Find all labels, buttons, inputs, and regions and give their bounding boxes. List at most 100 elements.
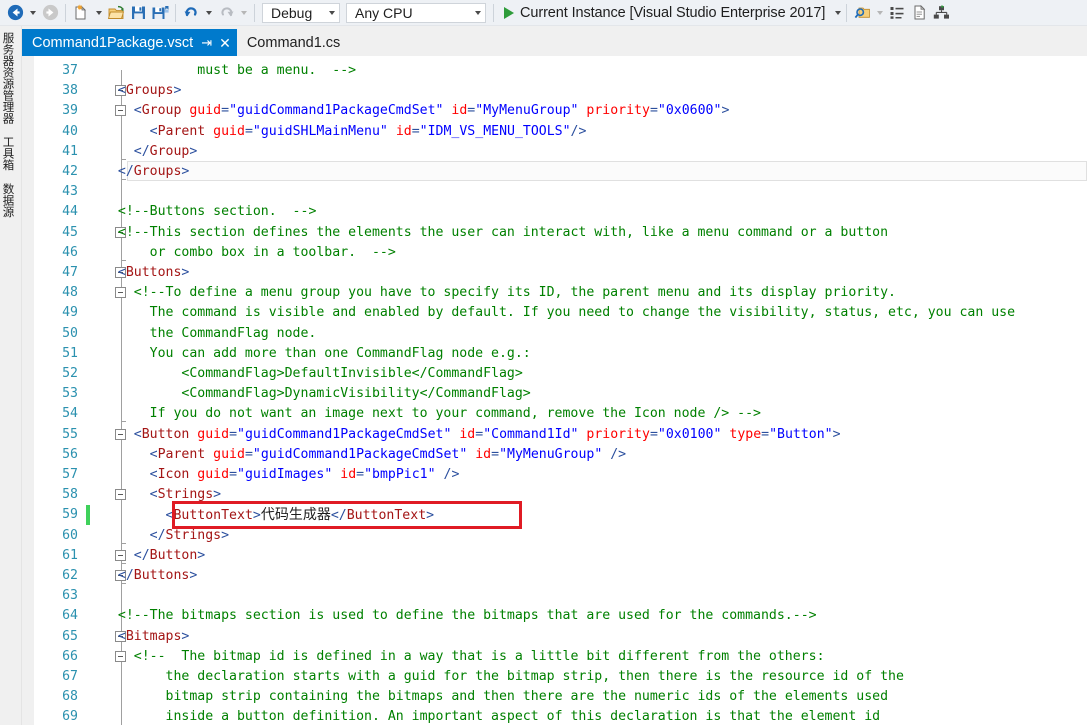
code-line[interactable]: 41 </Group> [22,142,1087,162]
code-token: or combo box in a toolbar. --> [149,244,396,260]
code-token: /> [570,123,587,139]
code-line[interactable]: 50 the CommandFlag node. [22,324,1087,344]
code-line[interactable]: 38 <Groups> [22,81,1087,101]
new-item-dropdown[interactable] [92,2,105,24]
dock-item-toolbox[interactable]: 工具箱 [2,136,19,171]
code-line[interactable]: 45 <!--This section defines the elements… [22,223,1087,243]
code-token: guid [213,446,245,462]
open-file-icon[interactable] [105,2,127,24]
line-number: 45 [62,224,78,240]
code-line[interactable]: 64 <!--The bitmaps section is used to de… [22,606,1087,626]
find-dropdown[interactable] [873,2,886,24]
visual-studio-window: Debug Any CPU Current Instance [Visual S… [0,0,1087,725]
code-token: <CommandFlag>DynamicVisibility</CommandF… [181,386,531,402]
toolbar-separator [254,3,255,22]
object-browser-icon[interactable] [930,2,952,24]
code-line[interactable]: 52 <CommandFlag>DefaultInvisible</Comman… [22,364,1087,384]
code-line[interactable]: 51 You can add more than one CommandFlag… [22,344,1087,364]
undo-dropdown[interactable] [202,2,215,24]
code-line[interactable]: 43 [22,182,1087,202]
new-item-icon[interactable] [70,2,92,24]
code-line[interactable]: 66 <!-- The bitmap id is defined in a wa… [22,647,1087,667]
code-token: = [475,426,484,442]
code-token: Buttons [133,568,190,583]
code-line[interactable]: 48 <!--To define a menu group you have t… [22,283,1087,303]
start-debug-group[interactable]: Current Instance [Visual Studio Enterpri… [498,2,844,24]
line-number: 55 [62,426,78,442]
code-line[interactable]: 67 the declaration starts with a guid fo… [22,667,1087,687]
configuration-combo[interactable]: Debug [262,2,340,23]
code-token: = [649,426,658,442]
code-token: If you do not want an image next to your… [149,406,761,422]
line-number: 53 [62,386,78,402]
task-list-icon[interactable] [886,2,908,24]
line-number: 52 [62,366,78,381]
code-line[interactable]: 46 or combo box in a toolbar. --> [22,243,1087,263]
code-line[interactable]: 68 bitmap strip containing the bitmaps a… [22,687,1087,707]
code-token: > [189,143,198,159]
code-token: = [761,426,770,442]
tab-command1-cs[interactable]: Command1.cs [236,29,361,56]
code-token: > [181,164,190,179]
code-line[interactable]: 37 must be a menu. --> [22,61,1087,81]
code-line[interactable]: 53 <CommandFlag>DynamicVisibility</Comma… [22,384,1087,404]
pin-icon[interactable]: ⇥ [201,36,212,49]
line-text: </Buttons> [102,566,197,586]
code-token: id [395,123,412,139]
code-line[interactable]: 49 The command is visible and enabled by… [22,303,1087,323]
line-number: 64 [62,608,78,624]
code-token: = [229,467,238,482]
close-icon[interactable]: ✕ [219,36,231,50]
code-line[interactable]: 56 <Parent guid="guidCommand1PackageCmdS… [22,445,1087,465]
code-line[interactable]: 57 <Icon guid="guidImages" id="bmpPic1" … [22,465,1087,485]
code-editor[interactable]: 37 must be a menu. --> 38 <Groups> 39 <Gro… [22,56,1087,725]
code-token: Button [149,547,198,563]
code-line[interactable]: 54 If you do not want an image next to y… [22,404,1087,424]
code-line[interactable]: 63 [22,586,1087,606]
code-token: < [149,123,158,139]
undo-icon[interactable] [180,2,202,24]
code-token: the declaration starts with a guid for t… [165,669,904,684]
code-token: You can add more than one CommandFlag no… [149,345,531,361]
code-line[interactable]: 69 inside a button definition. An import… [22,707,1087,725]
tab-command1package-vsct[interactable]: Command1Package.vsct ⇥ ✕ [22,29,237,56]
code-line[interactable]: 39 <Group guid="guidCommand1PackageCmdSe… [22,101,1087,121]
code-line[interactable]: 61 </Button> [22,546,1087,566]
code-line[interactable]: 44 <!--Buttons section. --> [22,202,1087,222]
code-token: <!--To define a menu group you have to s… [133,285,896,301]
dock-item-data-sources[interactable]: 数据源 [2,183,19,218]
code-line[interactable]: 55 <Button guid="guidCommand1PackageCmdS… [22,425,1087,445]
code-surface[interactable]: 37 must be a menu. --> 38 <Groups> 39 <Gro… [22,56,1087,725]
configuration-value: Debug [271,4,313,21]
save-all-icon[interactable] [149,2,171,24]
code-token: Strings [165,527,222,543]
code-line[interactable]: 42 </Groups> [22,162,1087,182]
line-number: 67 [62,669,78,684]
tool-windows-group [851,0,952,26]
properties-window-icon[interactable] [908,2,930,24]
code-line[interactable]: 47 <Buttons> [22,263,1087,283]
code-line[interactable]: 65 <Bitmaps> [22,627,1087,647]
line-text: <CommandFlag>DynamicVisibility</CommandF… [102,384,531,404]
line-number: 47 [62,265,78,280]
platform-combo[interactable]: Any CPU [346,2,486,23]
code-token: /> [602,446,627,462]
line-text: <Bitmaps> [102,627,189,647]
navigation-group [0,0,61,26]
find-in-files-icon[interactable] [851,2,873,24]
dock-item-server-explorer[interactable]: 服务器资源管理器 [2,32,19,124]
code-token: < [149,467,158,482]
code-token: priority [586,426,650,442]
code-line[interactable]: 40 <Parent guid="guidSHLMainMenu" id="ID… [22,122,1087,142]
start-debug-dropdown[interactable] [831,2,844,24]
navigate-backward-icon[interactable] [4,2,26,24]
code-line[interactable]: 62 </Buttons> [22,566,1087,586]
left-tool-dock: 服务器资源管理器 工具箱 数据源 [0,26,22,725]
save-icon[interactable] [127,2,149,24]
line-text: <Icon guid="guidImages" id="bmpPic1" /> [102,465,460,485]
line-text: <!--Buttons section. --> [102,202,317,222]
navigate-backward-dropdown[interactable] [26,2,39,24]
code-token: "guidCommand1PackageCmdSet" [229,103,444,119]
